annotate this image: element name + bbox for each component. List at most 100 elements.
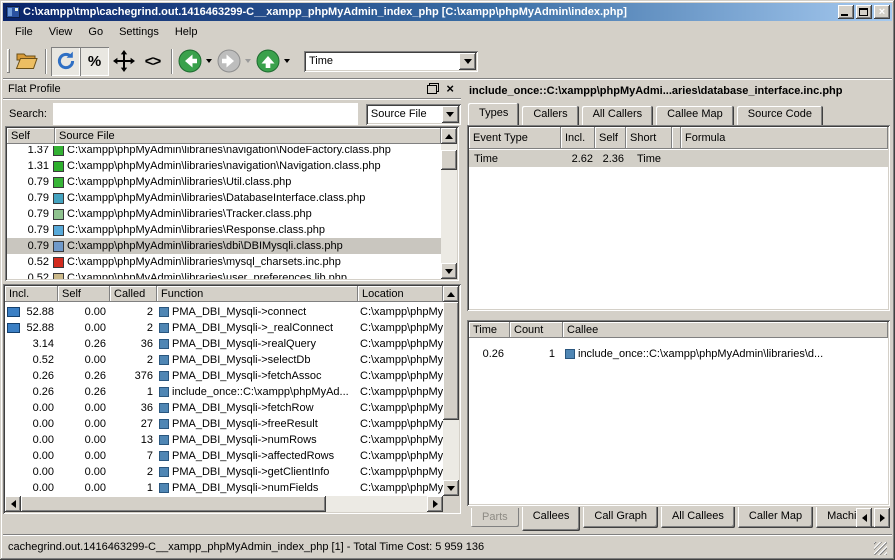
dock-title-bar[interactable]: Flat Profile × [3,79,461,98]
scroll-up-button[interactable] [443,286,459,302]
column-header-source-file[interactable]: Source File [55,128,441,144]
function-row[interactable]: 0.000.0036PMA_DBI_Mysqli->fetchRowC:\xam… [5,400,443,416]
bottom-tab-bar: PartsCalleesCall GraphAll CalleesCaller … [471,507,875,532]
scroll-right-button[interactable] [427,496,443,512]
resize-grip-icon[interactable] [874,542,887,555]
detail-tab-bar: TypesCallersAll CallersCallee MapSource … [468,103,826,125]
column-header-called[interactable]: Called [110,286,157,302]
column-header-incl-[interactable]: Incl. [561,127,595,149]
menu-settings[interactable]: Settings [111,23,167,42]
menu-go[interactable]: Go [80,23,111,42]
horizontal-scrollbar[interactable] [5,496,443,512]
expand-all-button[interactable] [109,47,138,76]
file-row[interactable]: 0.79C:\xampp\phpMyAdmin\libraries\Databa… [7,190,441,206]
column-header-short[interactable]: Short [626,127,672,149]
function-row[interactable]: 0.000.002PMA_DBI_Mysqli->getClientInfoC:… [5,464,443,480]
function-row[interactable]: 0.520.002PMA_DBI_Mysqli->selectDbC:\xamp… [5,352,443,368]
file-row[interactable]: 0.79C:\xampp\phpMyAdmin\libraries\Tracke… [7,206,441,222]
file-row[interactable]: 0.79C:\xampp\phpMyAdmin\libraries\Util.c… [7,174,441,190]
vertical-scrollbar[interactable] [441,128,457,279]
cycle-groups-button[interactable] [51,47,80,76]
event-type-combobox[interactable]: Time [304,51,478,72]
function-row[interactable]: 0.000.0013PMA_DBI_Mysqli->numRowsC:\xamp… [5,432,443,448]
column-header-spacer[interactable] [672,127,681,149]
arrow-left-icon [862,514,867,522]
function-row[interactable]: 52.880.002PMA_DBI_Mysqli->_realConnectC:… [5,320,443,336]
scrollbar-track[interactable] [326,496,427,512]
tab-types[interactable]: Types [468,103,519,125]
cell-self-cost: 0.79 [7,208,53,220]
open-file-button[interactable] [12,47,41,76]
tab-callees[interactable]: Callees [522,507,581,531]
tab-callee-map[interactable]: Callee Map [656,106,734,125]
column-header-incl-[interactable]: Incl. [5,286,58,302]
menu-file[interactable]: File [7,23,41,42]
file-row[interactable]: 0.79C:\xampp\phpMyAdmin\libraries\Respon… [7,222,441,238]
scroll-down-button[interactable] [441,263,457,279]
close-button[interactable]: × [874,5,890,19]
scrollbar-thumb[interactable] [443,302,459,420]
file-row[interactable]: 0.79C:\xampp\phpMyAdmin\libraries\dbi\DB… [7,238,441,254]
tab-scroll-left-button[interactable] [856,508,872,528]
file-row[interactable]: 0.52C:\xampp\phpMyAdmin\libraries\mysql_… [7,254,441,270]
combo-arrow-button[interactable] [459,53,476,70]
file-row[interactable]: 1.31C:\xampp\phpMyAdmin\libraries\naviga… [7,158,441,174]
function-row[interactable]: 0.000.001PMA_DBI_Mysqli->numFieldsC:\xam… [5,480,443,496]
function-row[interactable]: 52.880.002PMA_DBI_Mysqli->connectC:\xamp… [5,304,443,320]
group-by-combobox[interactable]: Source File [366,104,461,125]
search-input[interactable] [53,103,358,125]
function-row[interactable]: 0.260.26376PMA_DBI_Mysqli->fetchAssocC:\… [5,368,443,384]
column-header-self[interactable]: Self [7,128,55,144]
scrollbar-thumb[interactable] [441,150,457,170]
callee-icon [565,349,575,359]
event-type-row[interactable]: Time2.622.36Time [469,150,888,167]
scroll-down-button[interactable] [443,480,459,496]
minimize-button[interactable] [838,5,854,19]
back-dropdown-icon[interactable] [206,59,212,63]
vertical-scrollbar[interactable] [443,286,459,496]
toolbar-grip[interactable] [7,49,10,73]
cell-self-cost: 1.31 [7,160,53,172]
tab-source-code[interactable]: Source Code [737,106,823,125]
column-header-location[interactable]: Location [358,286,443,302]
close-dock-icon[interactable]: × [446,83,454,94]
scroll-up-button[interactable] [441,128,457,144]
cell-function: PMA_DBI_Mysqli->realQuery [157,338,358,350]
tab-all-callers[interactable]: All Callers [582,106,654,125]
tab-scroll-right-button[interactable] [874,508,890,528]
tab-all-callees[interactable]: All Callees [661,507,735,528]
float-dock-icon[interactable] [427,83,439,94]
relative-percent-button[interactable]: % [80,47,109,76]
menu-help[interactable]: Help [167,23,206,42]
file-row[interactable]: 1.37C:\xampp\phpMyAdmin\libraries\naviga… [7,146,441,158]
tab-caller-map[interactable]: Caller Map [738,507,813,528]
callee-row[interactable]: 0.261include_once::C:\xampp\phpMyAdmin\l… [469,345,888,362]
column-header-formula[interactable]: Formula [681,127,888,149]
function-row[interactable]: 0.000.007PMA_DBI_Mysqli->affectedRowsC:\… [5,448,443,464]
function-row[interactable]: 0.260.261include_once::C:\xampp\phpMyAd.… [5,384,443,400]
maximize-button[interactable] [856,5,872,19]
cell-function: PMA_DBI_Mysqli->fetchAssoc [157,370,358,382]
function-row[interactable]: 3.140.2636PMA_DBI_Mysqli->realQueryC:\xa… [5,336,443,352]
file-row[interactable]: 0.52C:\xampp\phpMyAdmin\libraries\user_p… [7,270,441,279]
back-button[interactable] [177,48,212,74]
relative-to-parent-button[interactable]: <> [138,47,167,76]
cell-location: C:\xampp\phpMy... [358,386,443,398]
up-button[interactable] [255,48,290,74]
column-header-self[interactable]: Self [58,286,110,302]
column-header-self[interactable]: Self [595,127,626,149]
tab-callers[interactable]: Callers [522,106,578,125]
column-header-event-type[interactable]: Event Type [469,127,561,149]
up-dropdown-icon[interactable] [284,59,290,63]
menu-view[interactable]: View [41,23,81,42]
column-header-count[interactable]: Count [510,322,563,338]
scroll-left-button[interactable] [5,496,21,512]
function-row[interactable]: 0.000.0027PMA_DBI_Mysqli->freeResultC:\x… [5,416,443,432]
column-header-time[interactable]: Time [469,322,510,338]
tab-call-graph[interactable]: Call Graph [583,507,658,528]
combo-arrow-button[interactable] [442,106,459,123]
column-header-function[interactable]: Function [157,286,358,302]
column-header-callee[interactable]: Callee [563,322,888,338]
scrollbar-thumb[interactable] [21,496,326,512]
forward-button[interactable] [216,48,251,74]
